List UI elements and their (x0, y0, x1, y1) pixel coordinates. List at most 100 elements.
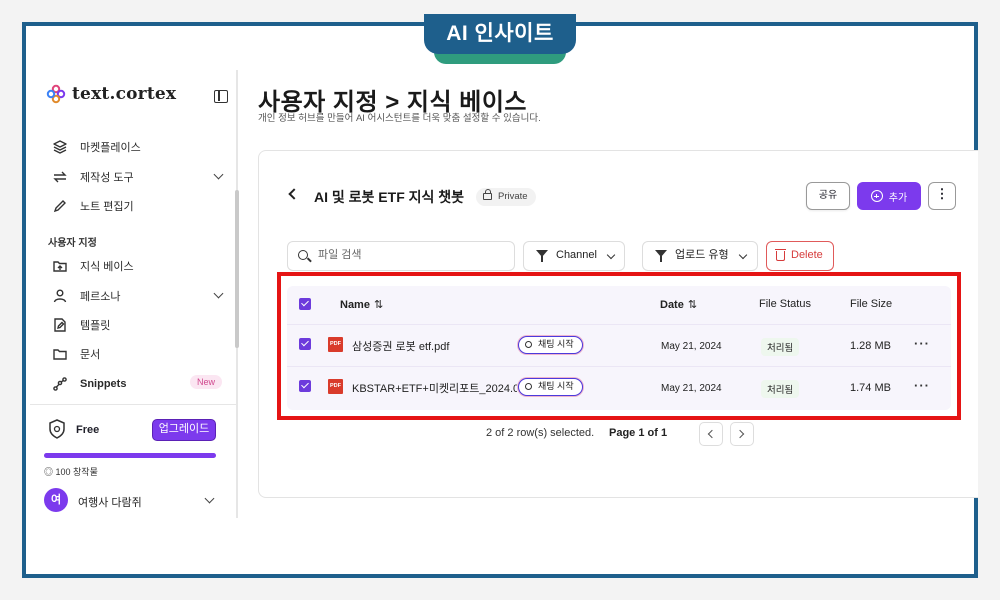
select-all-checkbox[interactable] (299, 298, 311, 310)
sidebar-item-documents[interactable]: 문서 (52, 346, 222, 362)
brand-name: text.cortex (72, 84, 177, 104)
sidebar-item-label: 제작성 도구 (80, 172, 134, 184)
file-size: 1.74 MB (850, 382, 891, 394)
column-header-date[interactable]: Date ⇅ (660, 298, 697, 311)
sidebar-item-label: 지식 베이스 (80, 261, 134, 273)
chat-icon (525, 383, 532, 390)
pdf-file-icon: PDF (328, 379, 343, 394)
more-options-button[interactable]: ⋮ (928, 182, 956, 210)
delete-button[interactable]: Delete (766, 241, 834, 271)
selection-count: 2 of 2 row(s) selected. (486, 427, 595, 439)
upgrade-button[interactable]: 업그레이드 (152, 419, 216, 441)
folder-upload-icon (53, 261, 67, 272)
plan-panel: Free 업그레이드 ◎ 100 창작물 여 여행사 다람쥐 (30, 404, 236, 518)
sidebar-item-snippets[interactable]: Snippets New (52, 375, 222, 392)
sidebar-item-knowledge-base[interactable]: 지식 베이스 (52, 258, 222, 274)
start-chat-button[interactable]: 채팅 시작 (518, 378, 583, 396)
file-size: 1.28 MB (850, 340, 891, 352)
column-header-label: Name (340, 299, 370, 311)
next-page-button[interactable] (730, 422, 754, 446)
chevron-left-icon (707, 429, 717, 439)
avatar[interactable]: 여 (44, 488, 68, 512)
chevron-down-icon[interactable] (213, 169, 224, 180)
folder-icon (53, 349, 67, 360)
row-more-button[interactable]: ··· (914, 378, 930, 393)
layers-icon (53, 140, 67, 154)
person-icon (53, 289, 67, 303)
sidebar-item-label: 문서 (80, 349, 101, 361)
sidebar-scrollbar[interactable] (235, 190, 239, 348)
sidebar-item-label: Snippets (80, 378, 127, 390)
plus-circle-icon (870, 190, 883, 202)
brand[interactable]: text.cortex (46, 84, 176, 104)
knowledge-base-title: AI 및 로봇 ETF 지식 챗봇 (314, 189, 465, 205)
sidebar-item-tools[interactable]: 제작성 도구 (52, 169, 224, 185)
delete-label: Delete (791, 249, 823, 261)
start-chat-label: 채팅 시작 (538, 381, 574, 391)
trash-icon (775, 249, 786, 261)
search-input[interactable]: 파일 검색 (287, 241, 515, 271)
table-divider (287, 366, 951, 367)
sidebar-item-note-editor[interactable]: 노트 편집기 (52, 198, 222, 214)
table-divider (287, 324, 951, 325)
chevron-down-icon[interactable] (213, 288, 224, 299)
page-indicator: Page 1 of 1 (609, 427, 668, 439)
file-name[interactable]: KBSTAR+ETF+미켓리포트_2024.0 (352, 380, 517, 396)
status-badge: 처리됨 (761, 338, 800, 356)
credit-progress-bar (44, 453, 216, 458)
sidebar-item-label: 노트 편집기 (80, 201, 134, 213)
chevron-down-icon[interactable] (204, 493, 215, 504)
search-placeholder: 파일 검색 (318, 249, 362, 261)
repeat-icon (53, 171, 67, 183)
files-table: Name ⇅ Date ⇅ File Status File Size PDF 삼성… (287, 286, 951, 410)
start-chat-label: 채팅 시작 (538, 339, 574, 349)
sort-icon: ⇅ (373, 299, 384, 311)
file-date: May 21, 2024 (661, 383, 722, 394)
ai-insight-badge: AI 인사이트 (424, 14, 576, 66)
plan-name: Free (76, 424, 100, 436)
section-label-custom: 사용자 지정 (48, 238, 97, 249)
share-button[interactable]: 공유 (806, 182, 850, 210)
lock-icon (483, 189, 492, 200)
sidebar-item-label: 템플릿 (80, 320, 111, 332)
filter-icon (655, 250, 667, 262)
pdf-file-icon: PDF (328, 337, 343, 352)
row-more-button[interactable]: ··· (914, 336, 930, 351)
add-button-label: 추가 (888, 192, 908, 204)
sidebar-item-label: 마켓플레이스 (80, 142, 141, 154)
sidebar-collapse-icon[interactable] (214, 90, 228, 103)
template-edit-icon (54, 318, 66, 332)
channel-filter-label: Channel (556, 249, 597, 261)
file-date: May 21, 2024 (661, 341, 722, 352)
sidebar-item-marketplace[interactable]: 마켓플레이스 (52, 139, 222, 155)
add-button[interactable]: 추가 (857, 182, 921, 210)
visibility-badge: Private (476, 188, 536, 206)
user-name[interactable]: 여행사 다람쥐 (78, 494, 142, 510)
brand-logo-icon (46, 84, 66, 104)
pen-icon (53, 200, 66, 213)
start-chat-button[interactable]: 채팅 시작 (518, 336, 583, 354)
chevron-down-icon (738, 250, 748, 260)
sidebar-item-label: 페르소나 (80, 291, 121, 303)
row-checkbox[interactable] (299, 380, 311, 392)
prev-page-button[interactable] (699, 422, 723, 446)
search-icon (298, 250, 308, 260)
chat-icon (525, 341, 532, 348)
column-header-label: Date (660, 299, 684, 311)
column-header-name[interactable]: Name ⇅ (340, 298, 383, 311)
new-badge: New (189, 375, 222, 389)
snippets-icon (53, 377, 67, 391)
chevron-down-icon (606, 250, 616, 260)
status-badge: 처리됨 (761, 380, 800, 398)
column-header-status: File Status (759, 298, 811, 310)
sidebar-item-templates[interactable]: 템플릿 (52, 317, 222, 333)
column-header-size: File Size (850, 298, 893, 310)
sidebar-item-persona[interactable]: 페르소나 (52, 288, 224, 304)
upload-type-filter-button[interactable]: 업로드 유형 (642, 241, 758, 271)
row-checkbox[interactable] (299, 338, 311, 350)
shield-icon (49, 419, 65, 439)
credit-progress-fill (44, 453, 216, 458)
channel-filter-button[interactable]: Channel (523, 241, 625, 271)
credits-label: ◎ 100 창작물 (44, 467, 98, 477)
file-name[interactable]: 삼성증권 로봇 etf.pdf (352, 338, 449, 354)
